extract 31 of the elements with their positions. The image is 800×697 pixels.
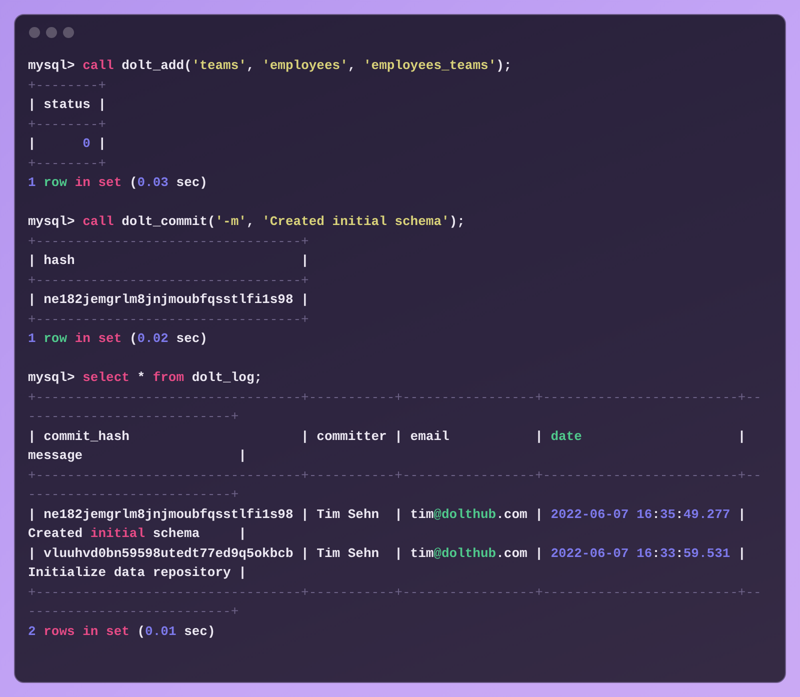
terminal-line: Initialize data repository | — [28, 564, 248, 582]
terminal-line: | hash | — [28, 252, 310, 270]
table-border-line: +----------------------------------+-----------+-----------------+-------------------------+-- — [28, 388, 762, 406]
terminal-line: | commit_hash | committer | email | date | — [28, 428, 747, 446]
terminal-line: | ne182jemgrlm8jnjmoubfqsstlfi1s98 | Tim Sehn | tim@dolthub.com | 2022-06-07 16:35:49.277 | — [28, 506, 747, 524]
terminal-line: | ne182jemgrlm8jnjmoubfqsstlfi1s98 | — [28, 291, 310, 309]
window-control-icon[interactable] — [46, 27, 57, 38]
terminal-line: 1 row in set (0.03 sec) — [28, 174, 208, 192]
table-border-line: +--------+ — [28, 116, 108, 134]
table-border-line: +----------------------------------+-----------+-----------------+-------------------------+-- — [28, 466, 762, 484]
table-border-line: +--------+ — [28, 154, 108, 172]
table-border-line: +----------------------------------+-----------+-----------------+-------------------------+-- — [28, 584, 762, 602]
terminal-line: | status | — [28, 96, 108, 114]
table-border-line: +----------------------------------+ — [28, 272, 310, 290]
table-border-line: --------------------------+ — [28, 603, 240, 621]
table-border-line: +----------------------------------+ — [28, 232, 310, 250]
terminal-line: | 0 | — [28, 135, 108, 153]
table-border-line: +----------------------------------+ — [28, 310, 310, 328]
terminal-line: mysql> call dolt_add('teams', 'employees', 'employees_teams'); — [28, 57, 513, 75]
terminal-line: message | — [28, 447, 248, 465]
terminal-line: | vluuhvd0bn59598utedt77ed9q5okbcb | Tim Sehn | tim@dolthub.com | 2022-06-07 16:33:59.531 | — [28, 544, 747, 562]
table-border-line: --------------------------+ — [28, 486, 240, 504]
table-border-line: --------------------------+ — [28, 408, 240, 426]
terminal-line: mysql> select * from dolt_log; — [28, 369, 264, 387]
terminal-line: 2 rows in set (0.01 sec) — [28, 622, 216, 640]
window-control-icon[interactable] — [63, 27, 74, 38]
terminal-line: mysql> call dolt_commit('-m', 'Created initial schema'); — [28, 213, 466, 231]
terminal-line: Created initial schema | — [28, 525, 248, 543]
terminal-line: 1 row in set (0.02 sec) — [28, 330, 208, 348]
table-border-line: +--------+ — [28, 76, 108, 94]
window-control-icon[interactable] — [29, 27, 40, 38]
